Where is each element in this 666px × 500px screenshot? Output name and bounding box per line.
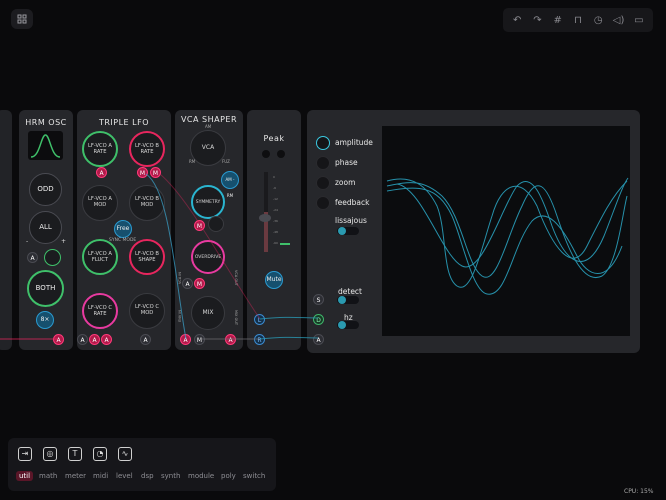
category-dsp[interactable]: dsp [141,472,154,480]
camera-icon[interactable]: ◎ [43,447,57,461]
category-level[interactable]: level [116,472,133,480]
category-util[interactable]: util [16,471,34,481]
module-browser: ⇥ ◎ T ◔ ∿ [8,438,276,491]
category-midi[interactable]: midi [93,472,108,480]
clock-icon[interactable]: ◔ [93,447,107,461]
patch-cables [0,173,319,340]
category-synth[interactable]: synth [161,472,180,480]
scope-icon[interactable]: ∿ [118,447,132,461]
category-poly[interactable]: poly [221,472,236,480]
category-module[interactable]: module [188,472,214,480]
input-icon[interactable]: ⇥ [18,447,32,461]
category-switch[interactable]: switch [243,472,265,480]
text-icon[interactable]: T [68,447,82,461]
category-math[interactable]: math [39,472,57,480]
category-meter[interactable]: meter [65,472,86,480]
cpu-status: CPU: 15% [624,488,654,495]
